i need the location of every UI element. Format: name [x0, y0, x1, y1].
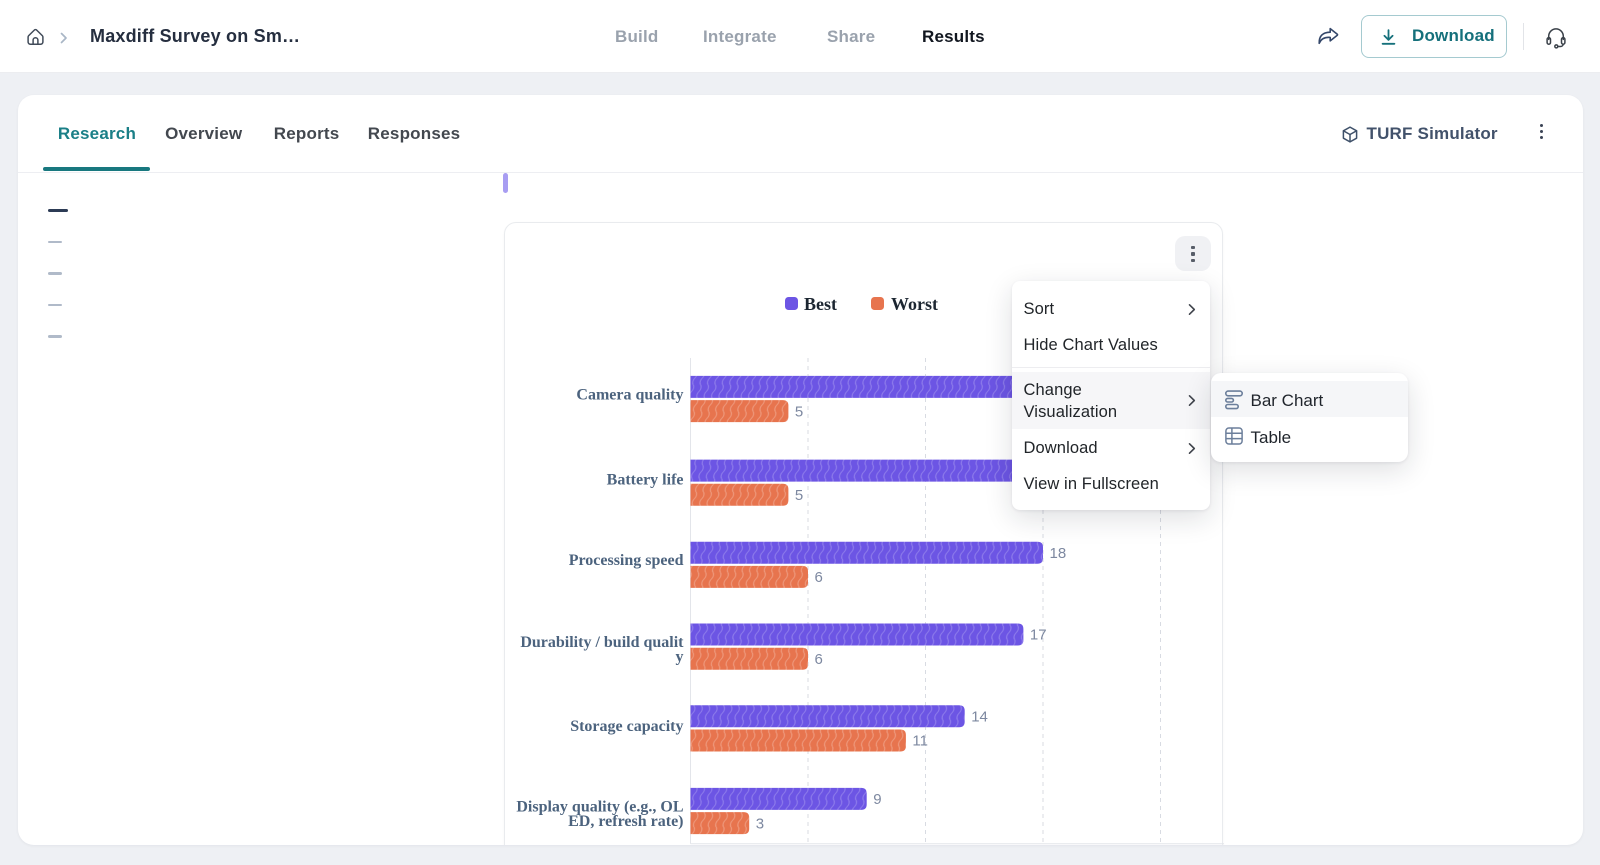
- svg-text:y: y: [675, 648, 683, 665]
- svg-text:11: 11: [912, 732, 928, 749]
- svg-text:Battery life: Battery life: [606, 471, 683, 488]
- svg-text:ED, refresh rate): ED, refresh rate): [568, 813, 683, 830]
- svg-text:Storage capacity: Storage capacity: [570, 718, 683, 735]
- svg-text:Camera quality: Camera quality: [576, 386, 683, 403]
- svg-text:Processing speed: Processing speed: [568, 552, 683, 569]
- svg-text:17: 17: [1029, 626, 1046, 643]
- svg-text:14: 14: [971, 708, 988, 725]
- svg-text:5: 5: [794, 487, 802, 504]
- svg-text:5: 5: [794, 403, 802, 420]
- svg-text:18: 18: [1049, 544, 1066, 561]
- svg-text:6: 6: [814, 650, 822, 667]
- svg-text:3: 3: [755, 815, 763, 832]
- svg-text:9: 9: [873, 791, 881, 808]
- svg-text:6: 6: [814, 569, 822, 586]
- svg-text:Durability / build qualit: Durability / build qualit: [520, 633, 684, 650]
